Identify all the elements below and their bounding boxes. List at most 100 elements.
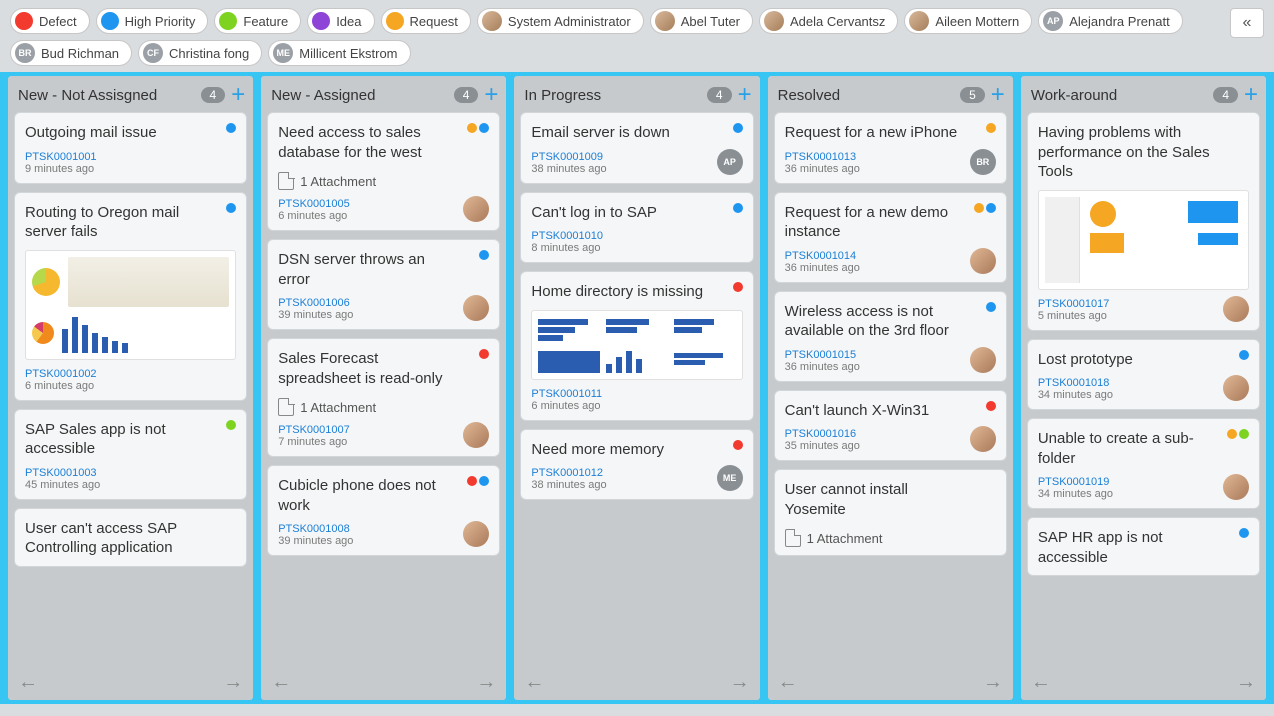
attachment-label: 1 Attachment: [300, 174, 376, 189]
column-count: 4: [1213, 87, 1238, 103]
card[interactable]: Unable to create a sub-folderPTSK0001019…: [1027, 418, 1260, 509]
filter-tag-feature[interactable]: Feature: [214, 8, 301, 34]
filter-tag-request[interactable]: Request: [381, 8, 471, 34]
nav-prev-icon[interactable]: ←: [18, 671, 38, 694]
filter-tag-high-priority[interactable]: High Priority: [96, 8, 209, 34]
tag-dot-icon: [986, 203, 996, 213]
nav-next-icon[interactable]: →: [730, 671, 750, 694]
card-assignee-avatar: AP: [717, 149, 743, 175]
card[interactable]: Outgoing mail issuePTSK00010019 minutes …: [14, 112, 247, 184]
card-time: 35 minutes ago: [785, 440, 996, 452]
tag-label: Request: [410, 14, 458, 29]
attachment-row: 1 Attachment: [278, 398, 489, 416]
card[interactable]: Routing to Oregon mail server failsPTSK0…: [14, 192, 247, 401]
card[interactable]: Request for a new iPhonePTSK000101336 mi…: [774, 112, 1007, 184]
card[interactable]: Lost prototypePTSK000101834 minutes ago: [1027, 339, 1260, 411]
filter-person-am[interactable]: Aileen Mottern: [904, 8, 1032, 34]
card[interactable]: Having problems with performance on the …: [1027, 112, 1260, 331]
card[interactable]: Can't launch X-Win31PTSK000101635 minute…: [774, 390, 1007, 462]
nav-next-icon[interactable]: →: [983, 671, 1003, 694]
card-time: 34 minutes ago: [1038, 488, 1249, 500]
tag-dot-icon: [479, 123, 489, 133]
card-time: 9 minutes ago: [25, 163, 236, 175]
card-meta: PTSK000101238 minutes ago: [531, 467, 742, 491]
nav-next-icon[interactable]: →: [476, 671, 496, 694]
add-card-button[interactable]: +: [738, 86, 752, 104]
card-tags: [733, 203, 743, 213]
card-time: 7 minutes ago: [278, 436, 489, 448]
card[interactable]: DSN server throws an errorPTSK000100639 …: [267, 239, 500, 330]
avatar: ME: [273, 43, 293, 63]
collapse-button[interactable]: «: [1230, 8, 1264, 38]
card-id: PTSK0001008: [278, 523, 489, 535]
nav-prev-icon[interactable]: ←: [1031, 671, 1051, 694]
column-body: Email server is downPTSK000100938 minute…: [514, 112, 759, 667]
add-card-button[interactable]: +: [484, 86, 498, 104]
filter-person-ac[interactable]: Adela Cervantsz: [759, 8, 898, 34]
card-id: PTSK0001006: [278, 297, 489, 309]
card[interactable]: Sales Forecast spreadsheet is read-only1…: [267, 338, 500, 457]
tag-label: Defect: [39, 14, 77, 29]
tag-dot-icon: [479, 476, 489, 486]
card[interactable]: Need more memoryPTSK000101238 minutes ag…: [520, 429, 753, 501]
card-title: Home directory is missing: [531, 282, 742, 302]
attachment-icon: [278, 172, 294, 190]
card[interactable]: User can't access SAP Controlling applic…: [14, 508, 247, 567]
filter-person-sa[interactable]: System Administrator: [477, 8, 644, 34]
card-tags: [467, 476, 489, 486]
filter-person-at[interactable]: Abel Tuter: [650, 8, 753, 34]
filter-tag-idea[interactable]: Idea: [307, 8, 374, 34]
card-time: 39 minutes ago: [278, 309, 489, 321]
card[interactable]: Need access to sales database for the we…: [267, 112, 500, 231]
nav-prev-icon[interactable]: ←: [778, 671, 798, 694]
nav-prev-icon[interactable]: ←: [524, 671, 544, 694]
filter-person-br[interactable]: BRBud Richman: [10, 40, 132, 66]
card[interactable]: Request for a new demo instancePTSK00010…: [774, 192, 1007, 283]
card-assignee-avatar: [970, 347, 996, 373]
filter-person-me[interactable]: MEMillicent Ekstrom: [268, 40, 410, 66]
card-id: PTSK0001007: [278, 424, 489, 436]
card-time: 45 minutes ago: [25, 479, 236, 491]
column-footer: ←→: [514, 667, 759, 700]
card[interactable]: SAP Sales app is not accessiblePTSK00010…: [14, 409, 247, 500]
filter-person-ap[interactable]: APAlejandra Prenatt: [1038, 8, 1182, 34]
tag-dot-icon: [467, 123, 477, 133]
tag-dot-icon: [1227, 429, 1237, 439]
nav-prev-icon[interactable]: ←: [271, 671, 291, 694]
card-tags: [226, 123, 236, 133]
tag-color-icon: [101, 12, 119, 30]
card[interactable]: Wireless access is not available on the …: [774, 291, 1007, 382]
card-tags: [986, 302, 996, 312]
add-card-button[interactable]: +: [1244, 86, 1258, 104]
column-count: 4: [707, 87, 732, 103]
card-id: PTSK0001018: [1038, 377, 1249, 389]
card-tags: [1227, 429, 1249, 439]
attachment-row: 1 Attachment: [785, 529, 996, 547]
card[interactable]: Email server is downPTSK000100938 minute…: [520, 112, 753, 184]
tag-label: Feature: [243, 14, 288, 29]
nav-next-icon[interactable]: →: [223, 671, 243, 694]
card-id: PTSK0001015: [785, 349, 996, 361]
tag-dot-icon: [986, 123, 996, 133]
column-header: Resolved5+: [768, 76, 1013, 112]
tag-label: Idea: [336, 14, 361, 29]
card[interactable]: SAP HR app is not accessible: [1027, 517, 1260, 576]
card-id: PTSK0001010: [531, 230, 742, 242]
attachment-icon: [278, 398, 294, 416]
person-label: System Administrator: [508, 14, 631, 29]
card[interactable]: User cannot install Yosemite1 Attachment: [774, 469, 1007, 556]
nav-next-icon[interactable]: →: [1236, 671, 1256, 694]
tag-dot-icon: [479, 250, 489, 260]
add-card-button[interactable]: +: [231, 86, 245, 104]
card[interactable]: Can't log in to SAPPTSK00010108 minutes …: [520, 192, 753, 264]
filter-tag-defect[interactable]: Defect: [10, 8, 90, 34]
attachment-label: 1 Attachment: [807, 531, 883, 546]
card[interactable]: Home directory is missingPTSK00010116 mi…: [520, 271, 753, 421]
card-assignee-avatar: [1223, 474, 1249, 500]
card[interactable]: Cubicle phone does not workPTSK000100839…: [267, 465, 500, 556]
column-count: 5: [960, 87, 985, 103]
add-card-button[interactable]: +: [991, 86, 1005, 104]
filter-person-cf[interactable]: CFChristina fong: [138, 40, 262, 66]
tag-dot-icon: [733, 282, 743, 292]
card-meta: PTSK000100938 minutes ago: [531, 151, 742, 175]
